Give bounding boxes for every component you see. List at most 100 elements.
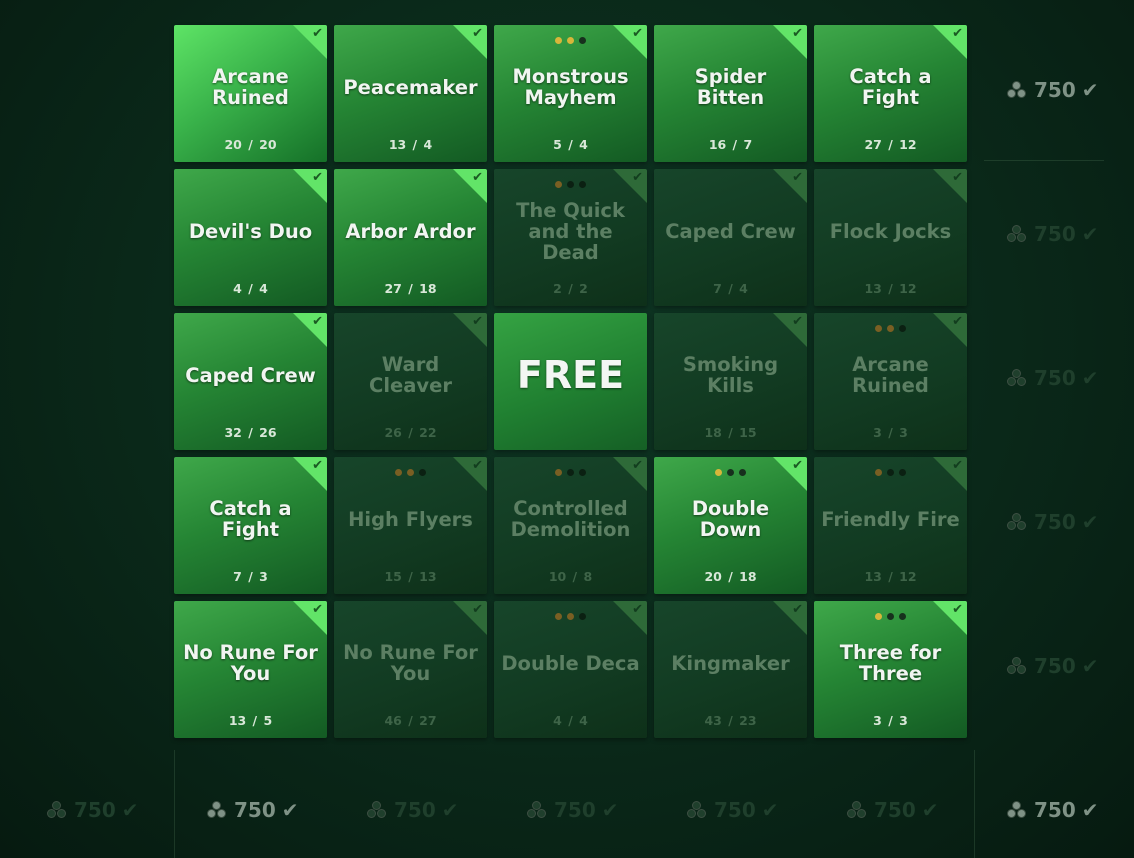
challenge-name: Catch a Fight (849, 65, 932, 109)
column-reward: 750 ✔ (846, 798, 939, 822)
challenge-tile[interactable]: ✔ Three for Three 3 / 3 (814, 601, 967, 738)
free-tile[interactable]: FREE (494, 313, 647, 450)
challenge-tile[interactable]: ✔ Friendly Fire 13 / 12 (814, 457, 967, 594)
challenge-name: Controlled Demolition (510, 497, 631, 541)
divider (974, 750, 975, 858)
challenge-progress: 7 / 4 (713, 281, 748, 296)
challenge-tile[interactable]: ✔ Arcane Ruined 20 / 20 (174, 25, 327, 162)
reward-amount: 750 (394, 798, 436, 822)
challenge-progress: 13 / 12 (864, 281, 917, 296)
challenge-progress: 46 / 27 (384, 713, 437, 728)
reward-amount: 750 (234, 798, 276, 822)
challenge-tile[interactable]: ✔ Monstrous Mayhem 5 / 4 (494, 25, 647, 162)
shard-cluster-icon (1006, 801, 1028, 819)
challenge-progress: 4 / 4 (233, 281, 268, 296)
challenge-tile[interactable]: ✔ Spider Bitten 16 / 7 (654, 25, 807, 162)
checkmark-icon: ✔ (921, 798, 939, 822)
challenge-tile[interactable]: ✔ Smoking Kills 18 / 15 (654, 313, 807, 450)
challenge-progress: 13 / 5 (228, 713, 273, 728)
column-reward: 750 ✔ (1006, 798, 1099, 822)
reward-amount: 750 (1034, 510, 1076, 534)
reward-amount: 750 (1034, 798, 1076, 822)
checkmark-icon: ✔ (792, 314, 803, 329)
checkmark-icon: ✔ (952, 26, 963, 41)
shard-cluster-icon (1006, 225, 1028, 243)
shard-cluster-icon (206, 801, 228, 819)
challenge-progress: 13 / 12 (864, 569, 917, 584)
challenge-progress: 20 / 20 (224, 137, 277, 152)
challenge-progress: 5 / 4 (553, 137, 588, 152)
challenge-name: Caped Crew (665, 219, 796, 243)
challenge-name: The Quick and the Dead (516, 198, 625, 264)
challenge-tile[interactable]: ✔ Double Down 20 / 18 (654, 457, 807, 594)
challenge-tile[interactable]: ✔ Arbor Ardor 27 / 18 (334, 169, 487, 306)
challenge-tile[interactable]: ✔ Flock Jocks 13 / 12 (814, 169, 967, 306)
challenge-name: Spider Bitten (694, 65, 767, 109)
challenge-progress: 27 / 18 (384, 281, 437, 296)
checkmark-icon: ✔ (952, 170, 963, 185)
challenge-tile[interactable]: ✔ Catch a Fight 7 / 3 (174, 457, 327, 594)
challenge-tile[interactable]: ✔ Kingmaker 43 / 23 (654, 601, 807, 738)
reward-amount: 750 (874, 798, 916, 822)
checkmark-icon: ✔ (312, 602, 323, 617)
challenge-tile[interactable]: ✔ No Rune For You 13 / 5 (174, 601, 327, 738)
challenge-tile[interactable]: ✔ Devil's Duo 4 / 4 (174, 169, 327, 306)
checkmark-icon: ✔ (792, 26, 803, 41)
checkmark-icon: ✔ (472, 26, 483, 41)
challenge-progress: 15 / 13 (384, 569, 437, 584)
challenge-name: Caped Crew (185, 363, 316, 387)
challenge-tile[interactable]: ✔ The Quick and the Dead 2 / 2 (494, 169, 647, 306)
challenge-progress: 18 / 15 (704, 425, 757, 440)
challenge-progress: 3 / 3 (873, 425, 908, 440)
checkmark-icon: ✔ (1081, 366, 1099, 390)
challenge-tile[interactable]: ✔ High Flyers 15 / 13 (334, 457, 487, 594)
reward-amount: 750 (554, 798, 596, 822)
challenge-name: FREE (516, 353, 625, 397)
column-reward: 750 ✔ (686, 798, 779, 822)
checkmark-icon: ✔ (312, 170, 323, 185)
checkmark-icon: ✔ (792, 602, 803, 617)
column-reward: 750 ✔ (366, 798, 459, 822)
challenge-progress: 26 / 22 (384, 425, 437, 440)
challenge-tile[interactable]: ✔ Caped Crew 7 / 4 (654, 169, 807, 306)
row-reward: 750 ✔ (1006, 510, 1099, 534)
reward-amount: 750 (1034, 222, 1076, 246)
reward-amount: 750 (714, 798, 756, 822)
checkmark-icon: ✔ (1081, 654, 1099, 678)
challenge-name: Double Down (691, 497, 770, 541)
checkmark-icon: ✔ (121, 798, 139, 822)
challenge-tile[interactable]: ✔ Caped Crew 32 / 26 (174, 313, 327, 450)
challenge-tile[interactable]: ✔ Arcane Ruined 3 / 3 (814, 313, 967, 450)
challenge-tile[interactable]: ✔ Catch a Fight 27 / 12 (814, 25, 967, 162)
column-reward: 750 ✔ (206, 798, 299, 822)
challenge-name: Devil's Duo (188, 219, 313, 243)
shard-cluster-icon (846, 801, 868, 819)
reward-amount: 750 (74, 798, 116, 822)
challenge-tile[interactable]: ✔ Peacemaker 13 / 4 (334, 25, 487, 162)
challenge-tile[interactable]: ✔ Double Deca 4 / 4 (494, 601, 647, 738)
challenge-progress: 10 / 8 (548, 569, 593, 584)
checkmark-icon: ✔ (312, 458, 323, 473)
shard-cluster-icon (686, 801, 708, 819)
checkmark-icon: ✔ (1081, 510, 1099, 534)
challenge-name: Monstrous Mayhem (512, 65, 629, 109)
checkmark-icon: ✔ (601, 798, 619, 822)
challenge-name: Peacemaker (343, 75, 478, 99)
challenge-name: Arcane Ruined (852, 353, 929, 397)
challenge-name: Flock Jocks (829, 219, 952, 243)
challenge-tile[interactable]: ✔ No Rune For You 46 / 27 (334, 601, 487, 738)
challenge-progress: 4 / 4 (553, 713, 588, 728)
challenge-progress: 7 / 3 (233, 569, 268, 584)
challenge-tile[interactable]: ✔ Ward Cleaver 26 / 22 (334, 313, 487, 450)
challenge-name: High Flyers (348, 507, 473, 531)
challenge-name: Kingmaker (671, 651, 790, 675)
challenge-name: Arbor Ardor (345, 219, 476, 243)
challenge-progress: 32 / 26 (224, 425, 277, 440)
column-reward: 750 ✔ (526, 798, 619, 822)
challenge-tile[interactable]: ✔ Controlled Demolition 10 / 8 (494, 457, 647, 594)
reward-amount: 750 (1034, 654, 1076, 678)
challenge-name: Friendly Fire (821, 507, 960, 531)
row-reward: 750 ✔ (1006, 78, 1099, 102)
row-reward: 750 ✔ (1006, 366, 1099, 390)
shard-cluster-icon (1006, 81, 1028, 99)
